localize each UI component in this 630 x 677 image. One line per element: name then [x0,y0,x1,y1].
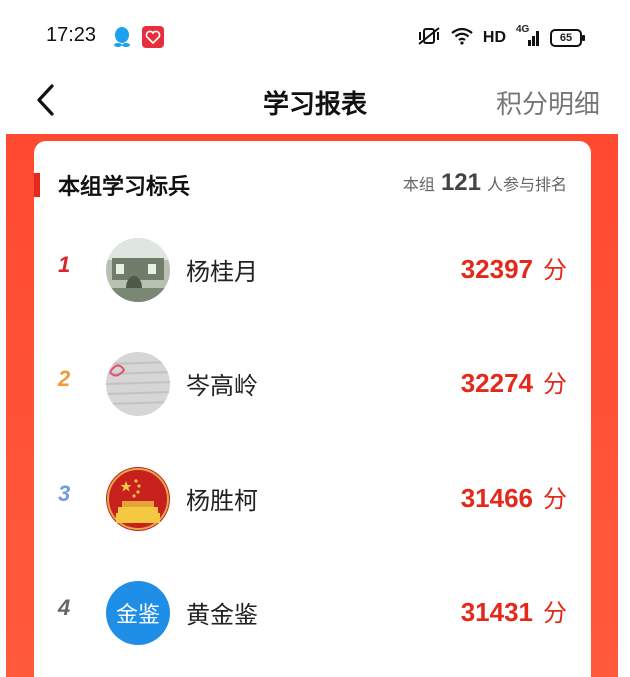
ranking-row[interactable]: 4 金鉴 黄金鉴 31431 分 [34,573,591,653]
avatar [106,352,170,416]
signal-4g-icon: 4G [516,24,540,48]
ranking-card: 本组学习标兵 本组 121 人参与排名 1 杨桂月 32397 分 2 岑高岭 … [34,141,591,677]
vibrate-mute-icon [417,26,441,50]
status-time: 17:23 [46,24,97,46]
avatar [106,467,170,531]
score-unit: 分 [543,256,567,284]
score-value: 32274 [460,368,533,398]
rank-number: 4 [58,595,71,620]
score-value: 31431 [460,597,533,627]
status-app-icons [112,26,164,52]
score-unit: 分 [543,370,567,398]
nav-bar: 学习报表 积分明细 [0,70,630,134]
score-value: 32397 [460,254,533,284]
rank-number: 2 [58,366,71,391]
status-right-icons: HD 4G 65 [417,24,585,50]
participants-summary: 本组 121 人参与排名 [403,169,567,197]
score-value: 31466 [460,483,533,513]
points-detail-link[interactable]: 积分明细 [496,84,600,121]
participants-count: 121 [440,169,481,196]
participants-suffix: 人参与排名 [486,175,567,194]
card-title: 本组学习标兵 [58,175,191,200]
user-name: 杨胜柯 [186,487,258,515]
avatar-initials: 金鉴 [106,581,170,645]
rank-number: 3 [58,481,71,506]
qq-penguin-icon [112,26,132,52]
score: 31431 分 [461,593,567,628]
score: 31466 分 [461,479,567,514]
participants-prefix: 本组 [402,175,435,194]
battery-indicator: 65 [550,29,585,47]
user-name: 杨桂月 [186,258,258,286]
wifi-icon [451,27,473,49]
score: 32397 分 [461,250,567,285]
score-unit: 分 [543,599,567,627]
card-title-accent [34,173,40,197]
rank-number: 1 [58,252,71,277]
status-bar: 17:23 HD 4G 65 [0,0,630,70]
ranking-row[interactable]: 3 杨胜柯 31466 分 [34,459,591,539]
network-hd-label: HD [482,29,506,46]
ranking-row[interactable]: 1 杨桂月 32397 分 [34,230,591,310]
heart-app-icon [142,26,164,52]
user-name: 岑高岭 [186,372,258,400]
avatar: 金鉴 [106,581,170,645]
ranking-row[interactable]: 2 岑高岭 32274 分 [34,344,591,424]
avatar [106,238,170,302]
score-unit: 分 [543,485,567,513]
user-name: 黄金鉴 [186,601,258,629]
score: 32274 分 [461,364,567,399]
